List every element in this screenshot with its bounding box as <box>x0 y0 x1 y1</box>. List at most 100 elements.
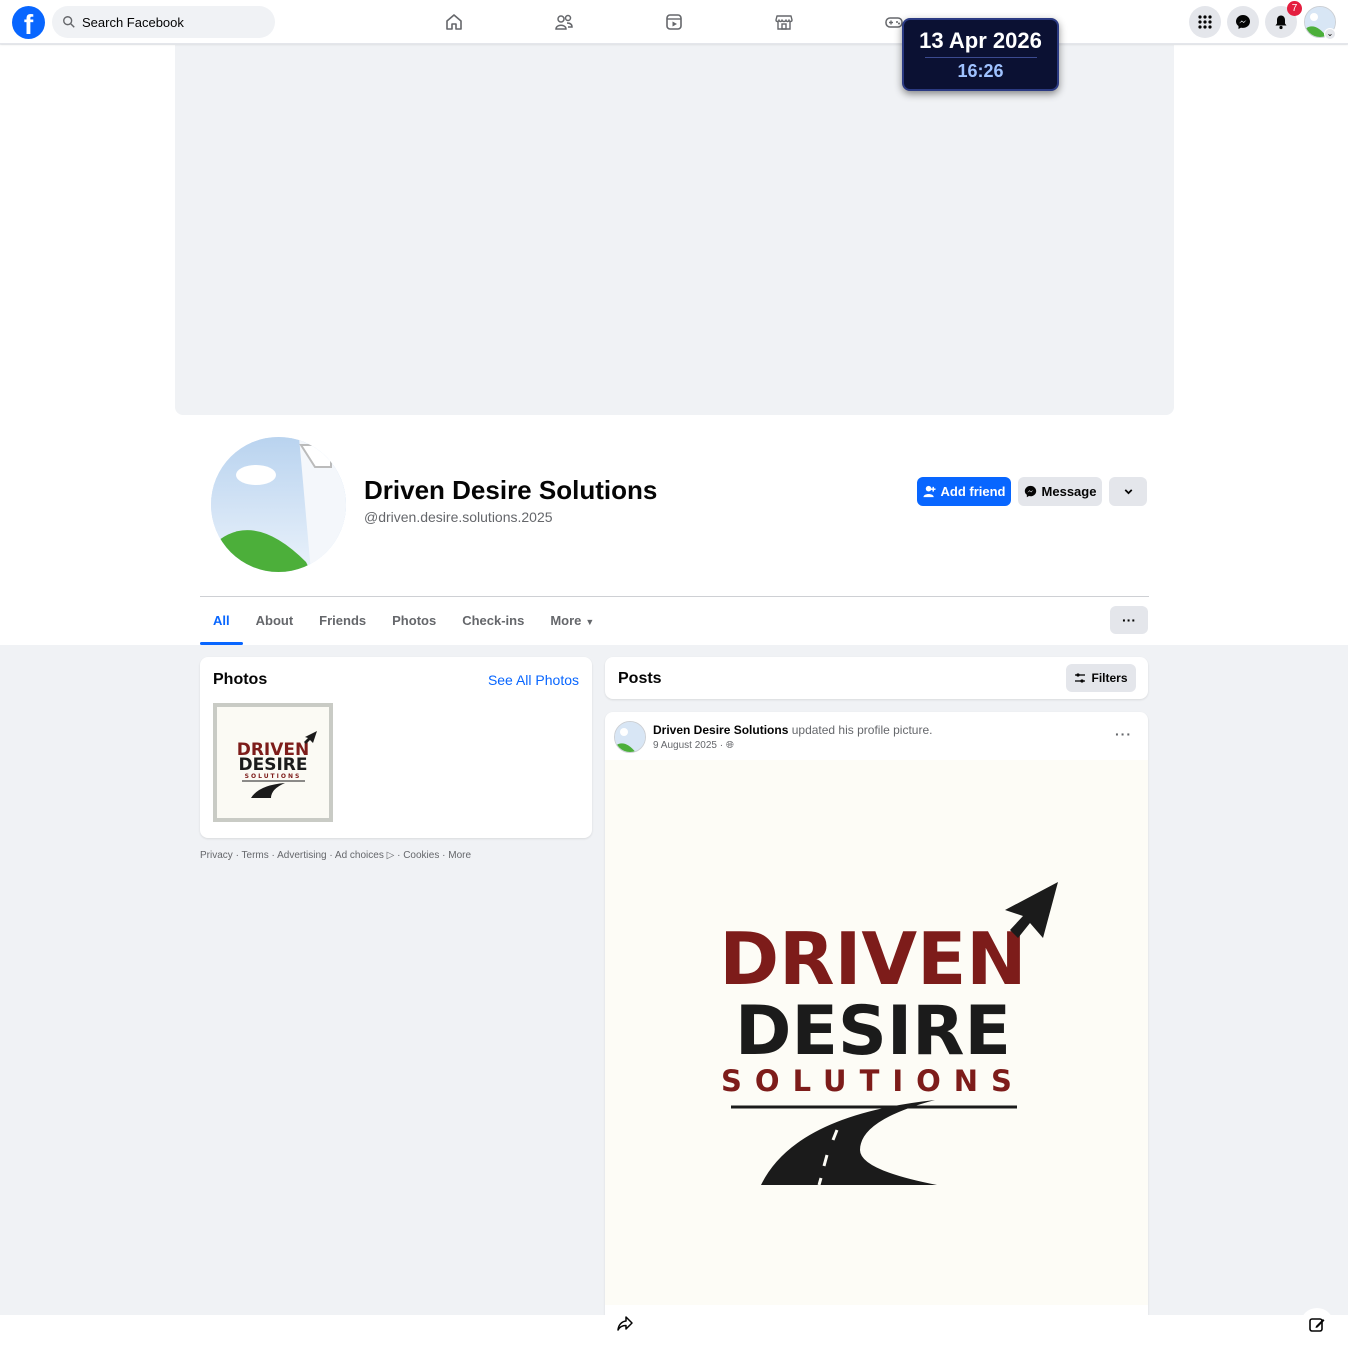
facebook-logo-icon[interactable]: f <box>12 6 45 39</box>
broken-image-icon <box>615 722 645 752</box>
tab-check-ins-label: Check-ins <box>462 613 525 628</box>
marketplace-icon <box>775 15 793 30</box>
footer-advertising-link[interactable]: Advertising <box>277 850 326 861</box>
post-header-text: Driven Desire Solutions updated his prof… <box>653 723 932 737</box>
post-action-text: updated his profile picture. <box>791 723 933 737</box>
profile-picture[interactable] <box>211 437 346 572</box>
message-button[interactable]: Message <box>1018 477 1102 506</box>
photos-card: Photos See All Photos DRIVEN DESIRE SOLU… <box>200 657 592 838</box>
video-tab[interactable] <box>660 8 688 36</box>
photos-title: Photos <box>213 671 268 688</box>
caret-down-icon: ▼ <box>585 617 595 627</box>
footer-more-link[interactable]: More <box>448 850 471 861</box>
search-input[interactable] <box>82 14 252 30</box>
overlay-date: 13 Apr 2026 <box>919 28 1042 53</box>
profile-tabs: All About Friends Photos Check-ins More ▼ <box>200 597 607 645</box>
tab-photos[interactable]: Photos <box>379 597 449 645</box>
post-author-avatar[interactable] <box>614 721 646 753</box>
footer-cookies-link[interactable]: Cookies <box>403 850 439 861</box>
friends-icon <box>555 14 573 30</box>
marketplace-tab[interactable] <box>770 8 798 36</box>
driven-desire-logo-thumbnail: DRIVEN DESIRE SOLUTIONS <box>237 731 317 798</box>
ellipsis-icon: ··· <box>1122 612 1136 628</box>
home-tab[interactable] <box>440 8 468 36</box>
tab-more-label: More <box>550 613 582 628</box>
overlay-time: 16:26 <box>957 61 1004 81</box>
footer-privacy-link[interactable]: Privacy <box>200 850 233 861</box>
tab-friends[interactable]: Friends <box>306 597 379 645</box>
messenger-icon <box>1024 485 1036 498</box>
account-caret-icon[interactable]: ⌄ <box>1324 28 1336 40</box>
profile-header: Driven Desire Solutions @driven.desire.s… <box>0 45 1348 645</box>
thumb-logo-line2: DESIRE <box>239 755 308 775</box>
driven-desire-logo: DRIVEN DESIRE SOLUTIONS <box>719 882 1058 1186</box>
home-icon <box>446 14 462 30</box>
profile-options-button[interactable] <box>1109 477 1147 506</box>
post-options-button[interactable]: ··· <box>1115 726 1132 742</box>
add-person-icon <box>922 485 936 498</box>
overlay-divider <box>924 57 1037 58</box>
compose-icon <box>1309 1318 1325 1332</box>
thumb-logo-line3: SOLUTIONS <box>245 773 302 780</box>
footer-terms-link[interactable]: Terms <box>242 850 269 861</box>
footer-separator: · <box>268 850 278 861</box>
arrow-icon <box>1005 882 1058 938</box>
search-box[interactable] <box>52 6 275 38</box>
footer-separator: · <box>232 850 242 861</box>
photo-thumbnail[interactable]: DRIVEN DESIRE SOLUTIONS <box>213 703 333 822</box>
tab-all[interactable]: All <box>200 597 243 645</box>
bell-icon <box>1275 15 1287 30</box>
grid-menu-icon <box>1198 15 1212 29</box>
ellipsis-icon: ··· <box>1115 726 1132 742</box>
message-label: Message <box>1041 484 1097 499</box>
footer-separator: · <box>326 850 335 861</box>
tab-photos-label: Photos <box>392 613 437 628</box>
tab-friends-label: Friends <box>319 613 367 628</box>
post-date: 9 August 2025 · 🌐︎ <box>653 740 734 751</box>
notification-count-badge: 7 <box>1287 1 1302 16</box>
menu-button[interactable] <box>1189 6 1221 38</box>
notifications-button[interactable]: 7 <box>1265 1 1302 38</box>
logo-line3: SOLUTIONS <box>721 1064 1025 1098</box>
new-message-button[interactable] <box>1300 1308 1334 1342</box>
logo-line1: DRIVEN <box>719 917 1026 1001</box>
share-icon[interactable] <box>615 1313 635 1333</box>
post-author-name[interactable]: Driven Desire Solutions <box>653 723 788 737</box>
video-icon <box>666 14 682 30</box>
messenger-button[interactable] <box>1227 6 1259 38</box>
profile-handle: @driven.desire.solutions.2025 <box>364 509 553 525</box>
footer-separator: · <box>439 850 449 861</box>
post-image[interactable]: DRIVEN DESIRE SOLUTIONS <box>605 760 1148 1305</box>
filter-sliders-icon <box>1075 673 1086 683</box>
globe-icon: 🌐︎ <box>725 740 734 751</box>
tab-more[interactable]: More ▼ <box>537 597 607 645</box>
tab-check-ins[interactable]: Check-ins <box>449 597 537 645</box>
chevron-down-icon <box>1124 489 1132 495</box>
gaming-icon <box>885 17 903 28</box>
bottom-bar <box>0 1315 1348 1359</box>
see-all-photos-link[interactable]: See All Photos <box>488 672 579 688</box>
cover-photo[interactable] <box>175 45 1174 415</box>
post-date-text[interactable]: 9 August 2025 <box>653 740 717 751</box>
add-friend-button[interactable]: Add friend <box>917 477 1011 506</box>
broken-image-icon <box>211 437 346 572</box>
posts-title: Posts <box>618 670 662 687</box>
tabs-overflow-button[interactable]: ··· <box>1110 606 1148 634</box>
posts-header-card: Posts Filters <box>605 657 1148 699</box>
tab-all-label: All <box>213 613 230 628</box>
filters-button[interactable]: Filters <box>1066 664 1136 692</box>
top-navigation-bar: f 7 ⌄ <box>0 0 1348 44</box>
post-card: Driven Desire Solutions updated his prof… <box>605 712 1148 1315</box>
footer-separator: · <box>394 850 404 861</box>
search-icon <box>63 16 75 28</box>
footer-ad-choices-link[interactable]: Ad choices <box>335 850 384 861</box>
tab-about[interactable]: About <box>243 597 307 645</box>
logo-line2: DESIRE <box>735 992 1011 1071</box>
tab-about-label: About <box>255 613 294 628</box>
friends-tab[interactable] <box>550 8 578 36</box>
add-friend-label: Add friend <box>940 484 1006 499</box>
filters-label: Filters <box>1091 671 1128 685</box>
profile-name: Driven Desire Solutions <box>364 475 658 505</box>
messenger-icon <box>1236 15 1250 29</box>
date-time-overlay: 13 Apr 2026 16:26 <box>902 18 1059 91</box>
